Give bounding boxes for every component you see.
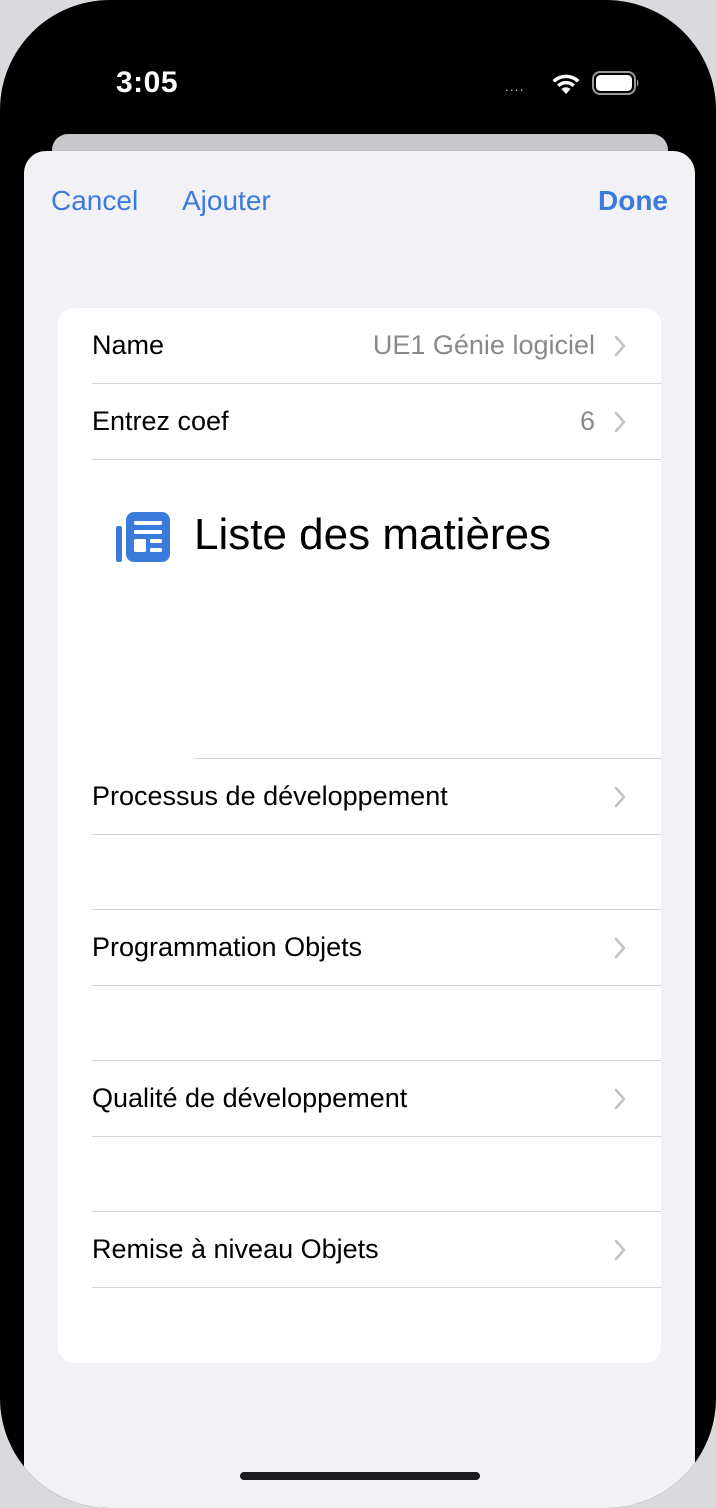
list-icon	[116, 512, 170, 562]
subject-label: Qualité de développement	[92, 1083, 408, 1113]
chevron-right-icon	[614, 1088, 626, 1110]
wifi-icon	[552, 74, 580, 94]
subject-label: Remise à niveau Objets	[92, 1234, 379, 1264]
form-card: Name UE1 Génie logiciel Entrez coef 6 Li…	[58, 308, 661, 1363]
name-value: UE1 Génie logiciel	[372, 330, 595, 360]
list-item[interactable]: Qualité de développement	[58, 1061, 661, 1136]
list-item[interactable]: Remise à niveau Objets	[58, 1212, 661, 1287]
battery-icon	[592, 71, 639, 95]
section-title: Liste des matières	[194, 510, 552, 559]
subject-label: Programmation Objets	[92, 932, 363, 962]
cancel-button[interactable]: Cancel	[51, 185, 138, 217]
phone-frame: 3:05 .... Cancel Ajouter Done Name UE1 G…	[0, 0, 716, 1508]
coef-label: Entrez coef	[92, 406, 229, 436]
done-button[interactable]: Done	[598, 185, 668, 217]
divider	[92, 985, 661, 986]
chevron-right-icon	[614, 335, 626, 357]
list-item[interactable]: Programmation Objets	[58, 910, 661, 985]
list-item[interactable]: Processus de développement	[58, 759, 661, 834]
cellular-signal-icon: ....	[505, 78, 525, 94]
add-button[interactable]: Ajouter	[182, 185, 271, 217]
name-row[interactable]: Name UE1 Génie logiciel	[58, 308, 661, 383]
chevron-right-icon	[614, 937, 626, 959]
coef-value: 6	[579, 406, 595, 436]
divider	[92, 1287, 661, 1288]
chevron-right-icon	[614, 411, 626, 433]
chevron-right-icon	[614, 786, 626, 808]
modal-sheet: Cancel Ajouter Done Name UE1 Génie logic…	[24, 151, 695, 1508]
subject-label: Processus de développement	[92, 781, 448, 811]
status-time: 3:05	[116, 66, 179, 99]
home-indicator[interactable]	[240, 1472, 480, 1480]
coef-row[interactable]: Entrez coef 6	[58, 384, 661, 459]
status-bar: 3:05 ....	[0, 0, 716, 140]
section-header: Liste des matières	[58, 460, 661, 608]
divider	[92, 834, 661, 835]
chevron-right-icon	[614, 1239, 626, 1261]
name-label: Name	[92, 330, 165, 360]
divider	[92, 1136, 661, 1137]
